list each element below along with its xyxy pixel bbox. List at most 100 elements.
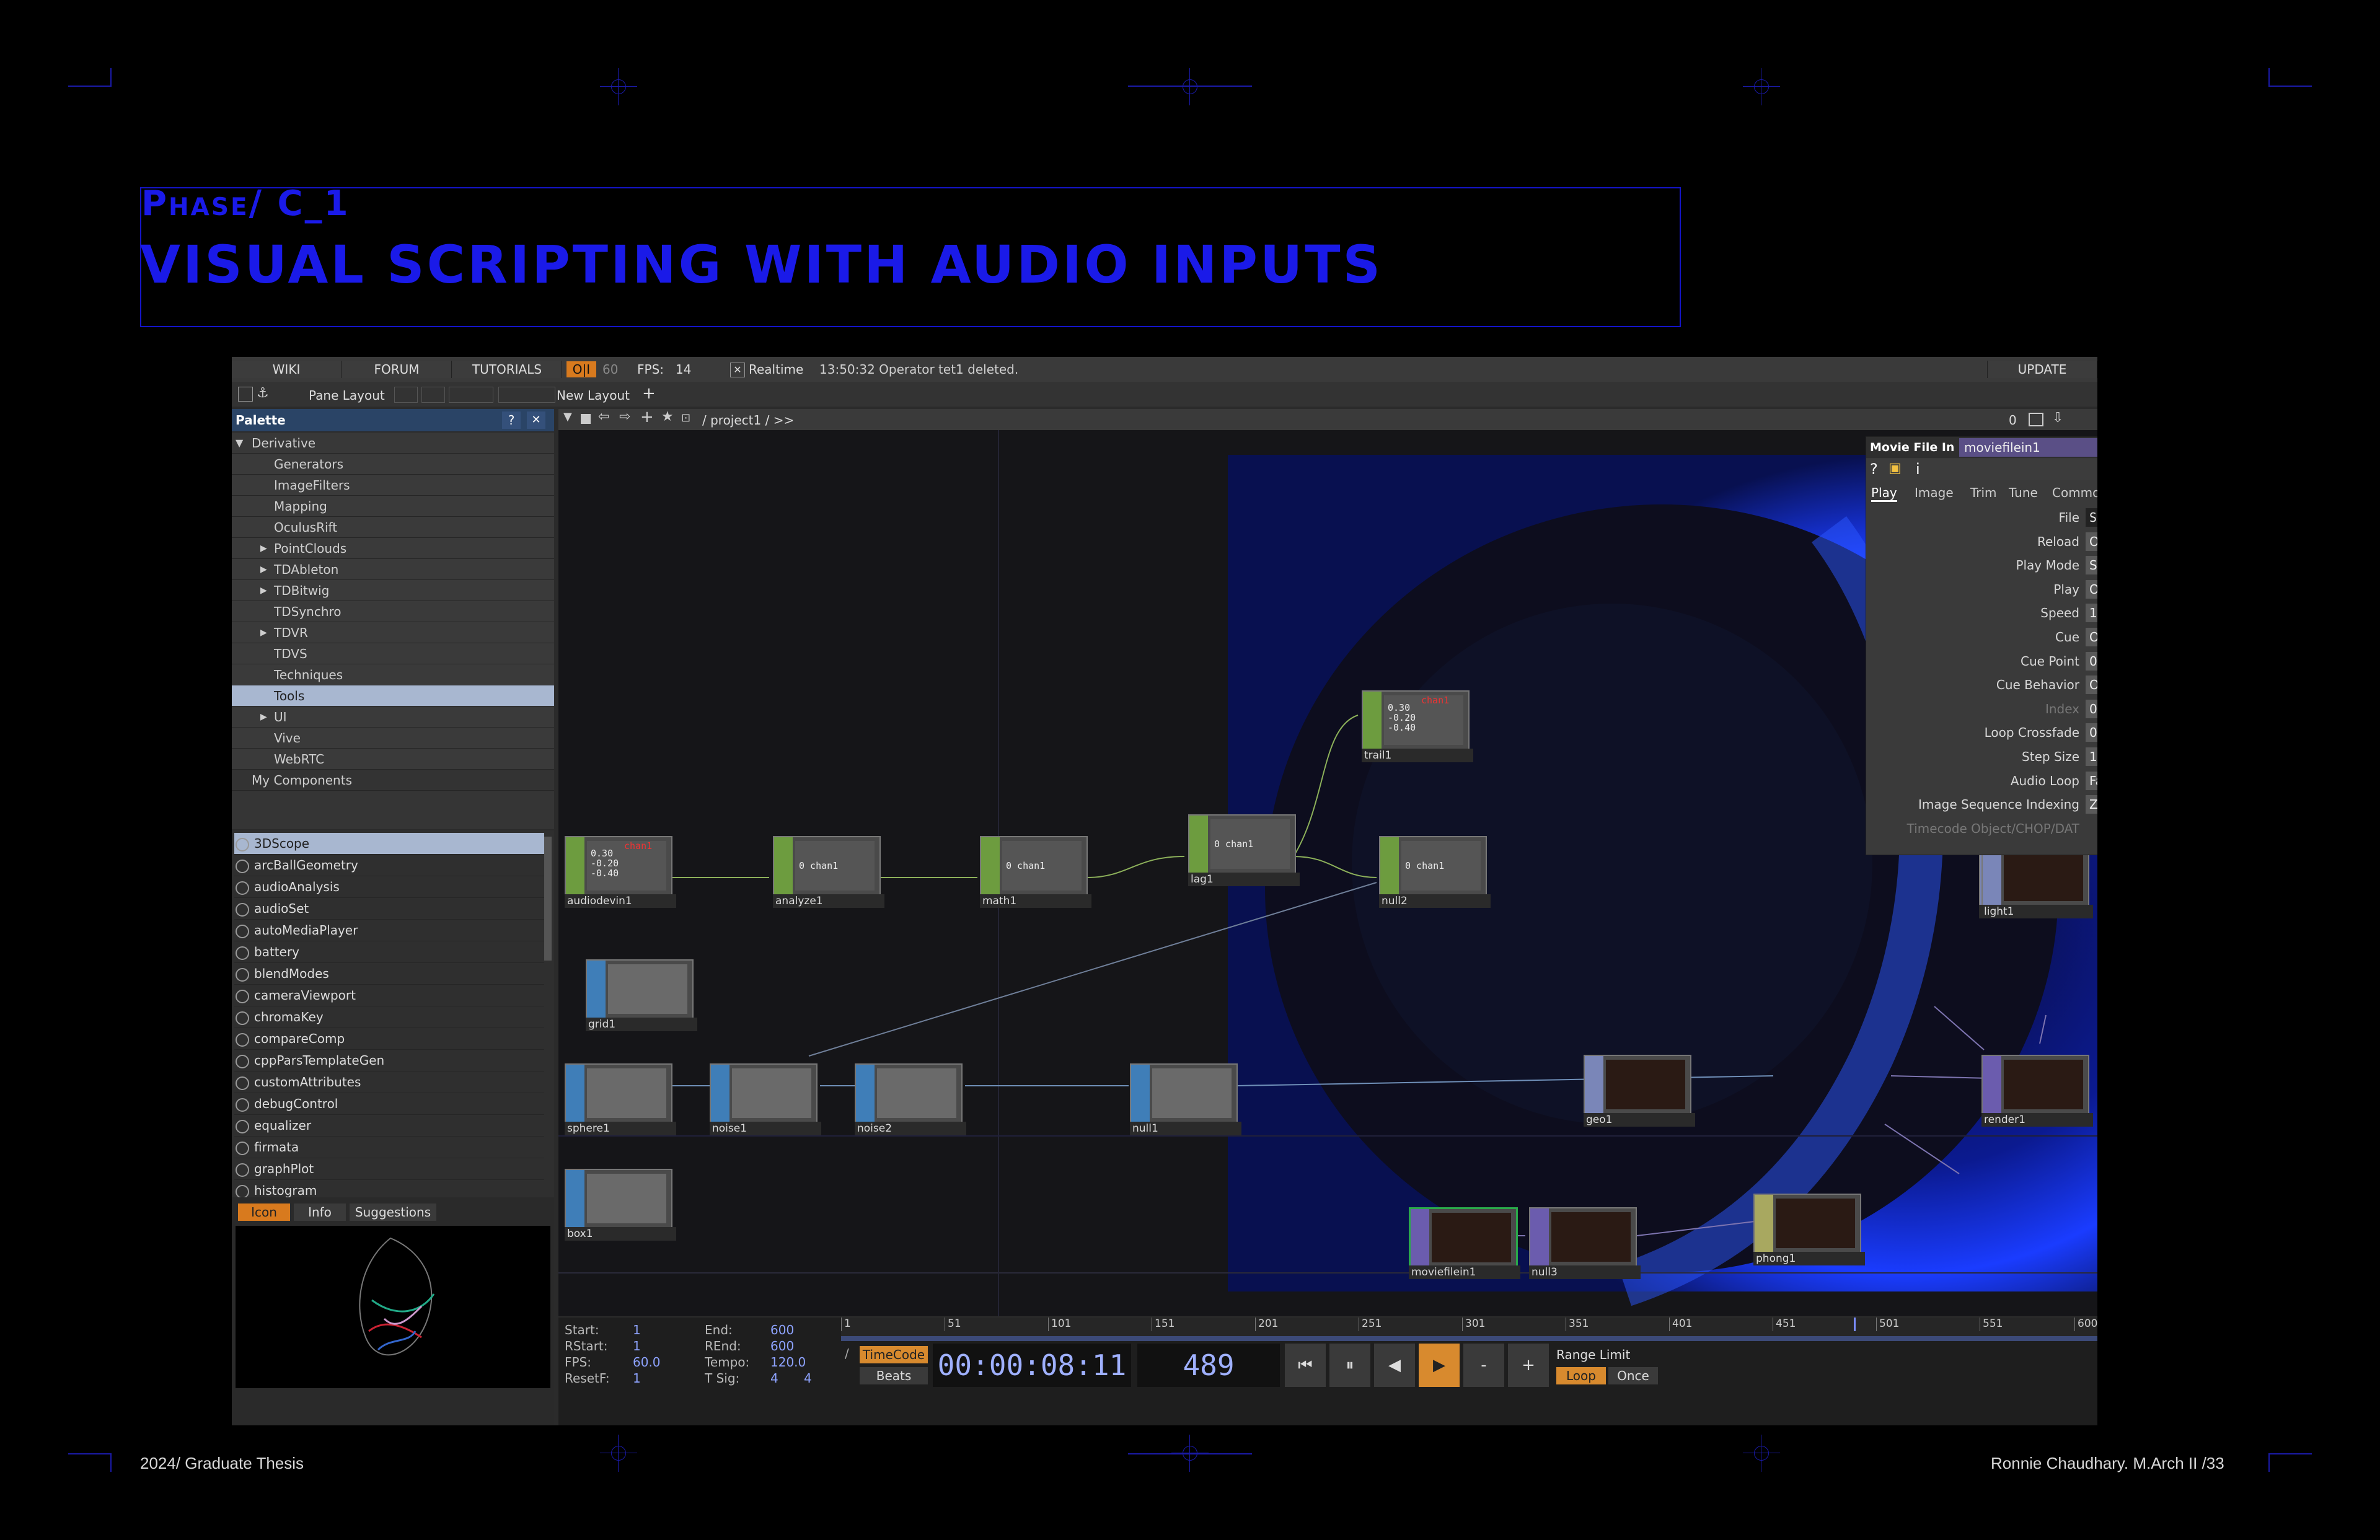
rend-value[interactable]: 600 bbox=[770, 1339, 794, 1353]
help-icon[interactable]: ? bbox=[1870, 460, 1878, 478]
info-icon[interactable]: i bbox=[1916, 460, 1920, 478]
dropdown-icon[interactable]: ▼ bbox=[563, 410, 572, 423]
lock-icon[interactable]: ⊡ bbox=[681, 411, 690, 425]
pane-layout-label[interactable]: Pane Layout bbox=[309, 388, 385, 403]
tab-image[interactable]: Image bbox=[1915, 485, 1954, 500]
node-body[interactable]: 0 chan1 bbox=[773, 836, 881, 895]
node-body[interactable]: 0 chan1 bbox=[980, 836, 1088, 895]
param-field[interactable]: 0 bbox=[2086, 651, 2097, 671]
expand-arrow-icon[interactable]: ▶ bbox=[260, 538, 267, 559]
node-null1[interactable]: null1 bbox=[1130, 1063, 1241, 1135]
pin-icon[interactable]: ⇩ bbox=[2052, 410, 2063, 426]
expand-arrow-icon[interactable]: ▶ bbox=[260, 580, 267, 601]
oi-toggle[interactable]: O|I bbox=[566, 361, 596, 377]
palette-item-ui[interactable]: ▶ UI bbox=[232, 706, 554, 728]
param-field[interactable]: Screenshot 2023-10-12 230 bbox=[2086, 508, 2097, 527]
param-field[interactable]: 0 bbox=[2086, 723, 2097, 742]
tab-icon[interactable]: Icon bbox=[238, 1203, 290, 1221]
node-body[interactable]: 0 chan1 bbox=[1188, 814, 1296, 874]
param-field[interactable]: 0 bbox=[2086, 699, 2097, 718]
node-flag-strip[interactable] bbox=[1411, 1209, 1429, 1266]
step-back-icon[interactable]: ◀ bbox=[1374, 1344, 1415, 1387]
node-label[interactable]: phong1 bbox=[1753, 1252, 1865, 1265]
param-field[interactable]: On Release, Play Next Frame bbox=[2086, 675, 2097, 695]
tab-trim[interactable]: Trim bbox=[1970, 485, 1997, 500]
tempo-value[interactable]: 120.0 bbox=[770, 1355, 806, 1370]
node-geo1[interactable]: geo1 bbox=[1584, 1055, 1695, 1127]
playhead[interactable] bbox=[1854, 1318, 1856, 1331]
forward-icon[interactable]: ⇨ bbox=[619, 409, 630, 425]
node-label[interactable]: null3 bbox=[1529, 1265, 1641, 1279]
node-noise2[interactable]: noise2 bbox=[855, 1063, 966, 1135]
node-body[interactable]: 0.30 -0.20 -0.40 chan1 bbox=[565, 836, 672, 895]
palette-help-button[interactable]: ? bbox=[502, 411, 521, 429]
timecode-display[interactable]: 00:00:08:11 bbox=[933, 1344, 1131, 1387]
end-value[interactable]: 600 bbox=[770, 1322, 794, 1337]
node-phong1[interactable]: phong1 bbox=[1753, 1194, 1865, 1265]
component-item[interactable]: firmata bbox=[234, 1137, 544, 1158]
component-scrollbar[interactable] bbox=[544, 837, 552, 961]
layout-grid-icon[interactable] bbox=[498, 387, 555, 403]
component-item[interactable]: blendModes bbox=[234, 963, 544, 985]
node-label[interactable]: null1 bbox=[1130, 1122, 1241, 1135]
component-item[interactable]: autoMediaPlayer bbox=[234, 920, 544, 941]
param-field[interactable]: Off bbox=[2086, 628, 2097, 646]
node-body[interactable]: 0.30 -0.20 -0.40 chan1 bbox=[1362, 690, 1470, 750]
node-render1[interactable]: render1 bbox=[1981, 1055, 2093, 1127]
node-body[interactable] bbox=[586, 959, 694, 1019]
layout-single-icon[interactable] bbox=[394, 387, 418, 403]
pause-icon[interactable]: ⏸ bbox=[1329, 1344, 1370, 1387]
node-label[interactable]: trail1 bbox=[1362, 749, 1473, 762]
tab-tune[interactable]: Tune bbox=[2009, 485, 2038, 500]
node-label[interactable]: box1 bbox=[565, 1227, 676, 1241]
node-light1[interactable]: light1 bbox=[1981, 847, 2093, 918]
node-flag-strip[interactable] bbox=[566, 1065, 584, 1122]
component-item[interactable]: battery bbox=[234, 941, 544, 963]
layout-quad-icon[interactable] bbox=[449, 387, 493, 403]
param-field[interactable]: 1 bbox=[2086, 747, 2097, 766]
python-icon[interactable]: ▣ bbox=[1889, 460, 1902, 476]
node-label[interactable]: math1 bbox=[980, 894, 1091, 908]
component-item[interactable]: cppParsTemplateGen bbox=[234, 1050, 544, 1071]
node-flag-strip[interactable] bbox=[1380, 837, 1399, 894]
frame-display[interactable]: 489 bbox=[1137, 1344, 1280, 1387]
node-label[interactable]: light1 bbox=[1981, 905, 2093, 918]
tab-common[interactable]: Common bbox=[2052, 485, 2097, 500]
node-flag-strip[interactable] bbox=[1363, 692, 1382, 749]
node-flag-strip[interactable] bbox=[1131, 1065, 1150, 1122]
node-math1[interactable]: 0 chan1 math1 bbox=[980, 836, 1091, 908]
palette-item-generators[interactable]: Generators bbox=[232, 454, 554, 475]
palette-close-button[interactable]: ✕ bbox=[527, 411, 545, 429]
tab-info[interactable]: Info bbox=[294, 1203, 346, 1221]
node-body[interactable] bbox=[565, 1169, 672, 1228]
node-label[interactable]: null2 bbox=[1379, 894, 1491, 908]
rstart-value[interactable]: 1 bbox=[633, 1339, 641, 1353]
palette-item-tdvs[interactable]: TDVS bbox=[232, 643, 554, 664]
back-icon[interactable]: ⇦ bbox=[598, 409, 609, 425]
component-item[interactable]: audioSet bbox=[234, 898, 544, 920]
palette-item-oculusrift[interactable]: OculusRift bbox=[232, 517, 554, 538]
node-audiodevin1[interactable]: 0.30 -0.20 -0.40 chan1 audiodevin1 bbox=[565, 836, 676, 908]
palette-item-tdsynchro[interactable]: TDSynchro bbox=[232, 601, 554, 622]
rewind-icon[interactable]: ⏮ bbox=[1285, 1344, 1326, 1387]
node-flag-strip[interactable] bbox=[566, 837, 584, 894]
wiki-button[interactable]: WIKI bbox=[232, 361, 342, 378]
node-label[interactable]: geo1 bbox=[1584, 1113, 1695, 1127]
network-path[interactable]: / project1 / >> bbox=[702, 413, 794, 428]
realtime-checkbox[interactable]: ✕ bbox=[730, 363, 745, 377]
node-label[interactable]: sphere1 bbox=[565, 1122, 676, 1135]
star-icon[interactable]: ★ bbox=[661, 409, 674, 425]
my-components[interactable]: My Components bbox=[232, 770, 554, 791]
node-body[interactable] bbox=[855, 1063, 963, 1123]
node-flag-strip[interactable] bbox=[566, 1170, 584, 1227]
resetf-value[interactable]: 1 bbox=[633, 1371, 641, 1386]
node-lag1[interactable]: 0 chan1 lag1 bbox=[1188, 814, 1300, 886]
component-item[interactable]: arcBallGeometry bbox=[234, 855, 544, 876]
component-item[interactable]: equalizer bbox=[234, 1115, 544, 1137]
tutorials-button[interactable]: TUTORIALS bbox=[452, 361, 562, 378]
play-icon[interactable]: ▶ bbox=[1419, 1344, 1460, 1387]
anchor-icon[interactable]: ⚓ bbox=[257, 385, 269, 401]
node-body[interactable] bbox=[1981, 1055, 2089, 1114]
component-item[interactable]: graphPlot bbox=[234, 1158, 544, 1180]
node-analyze1[interactable]: 0 chan1 analyze1 bbox=[773, 836, 884, 908]
